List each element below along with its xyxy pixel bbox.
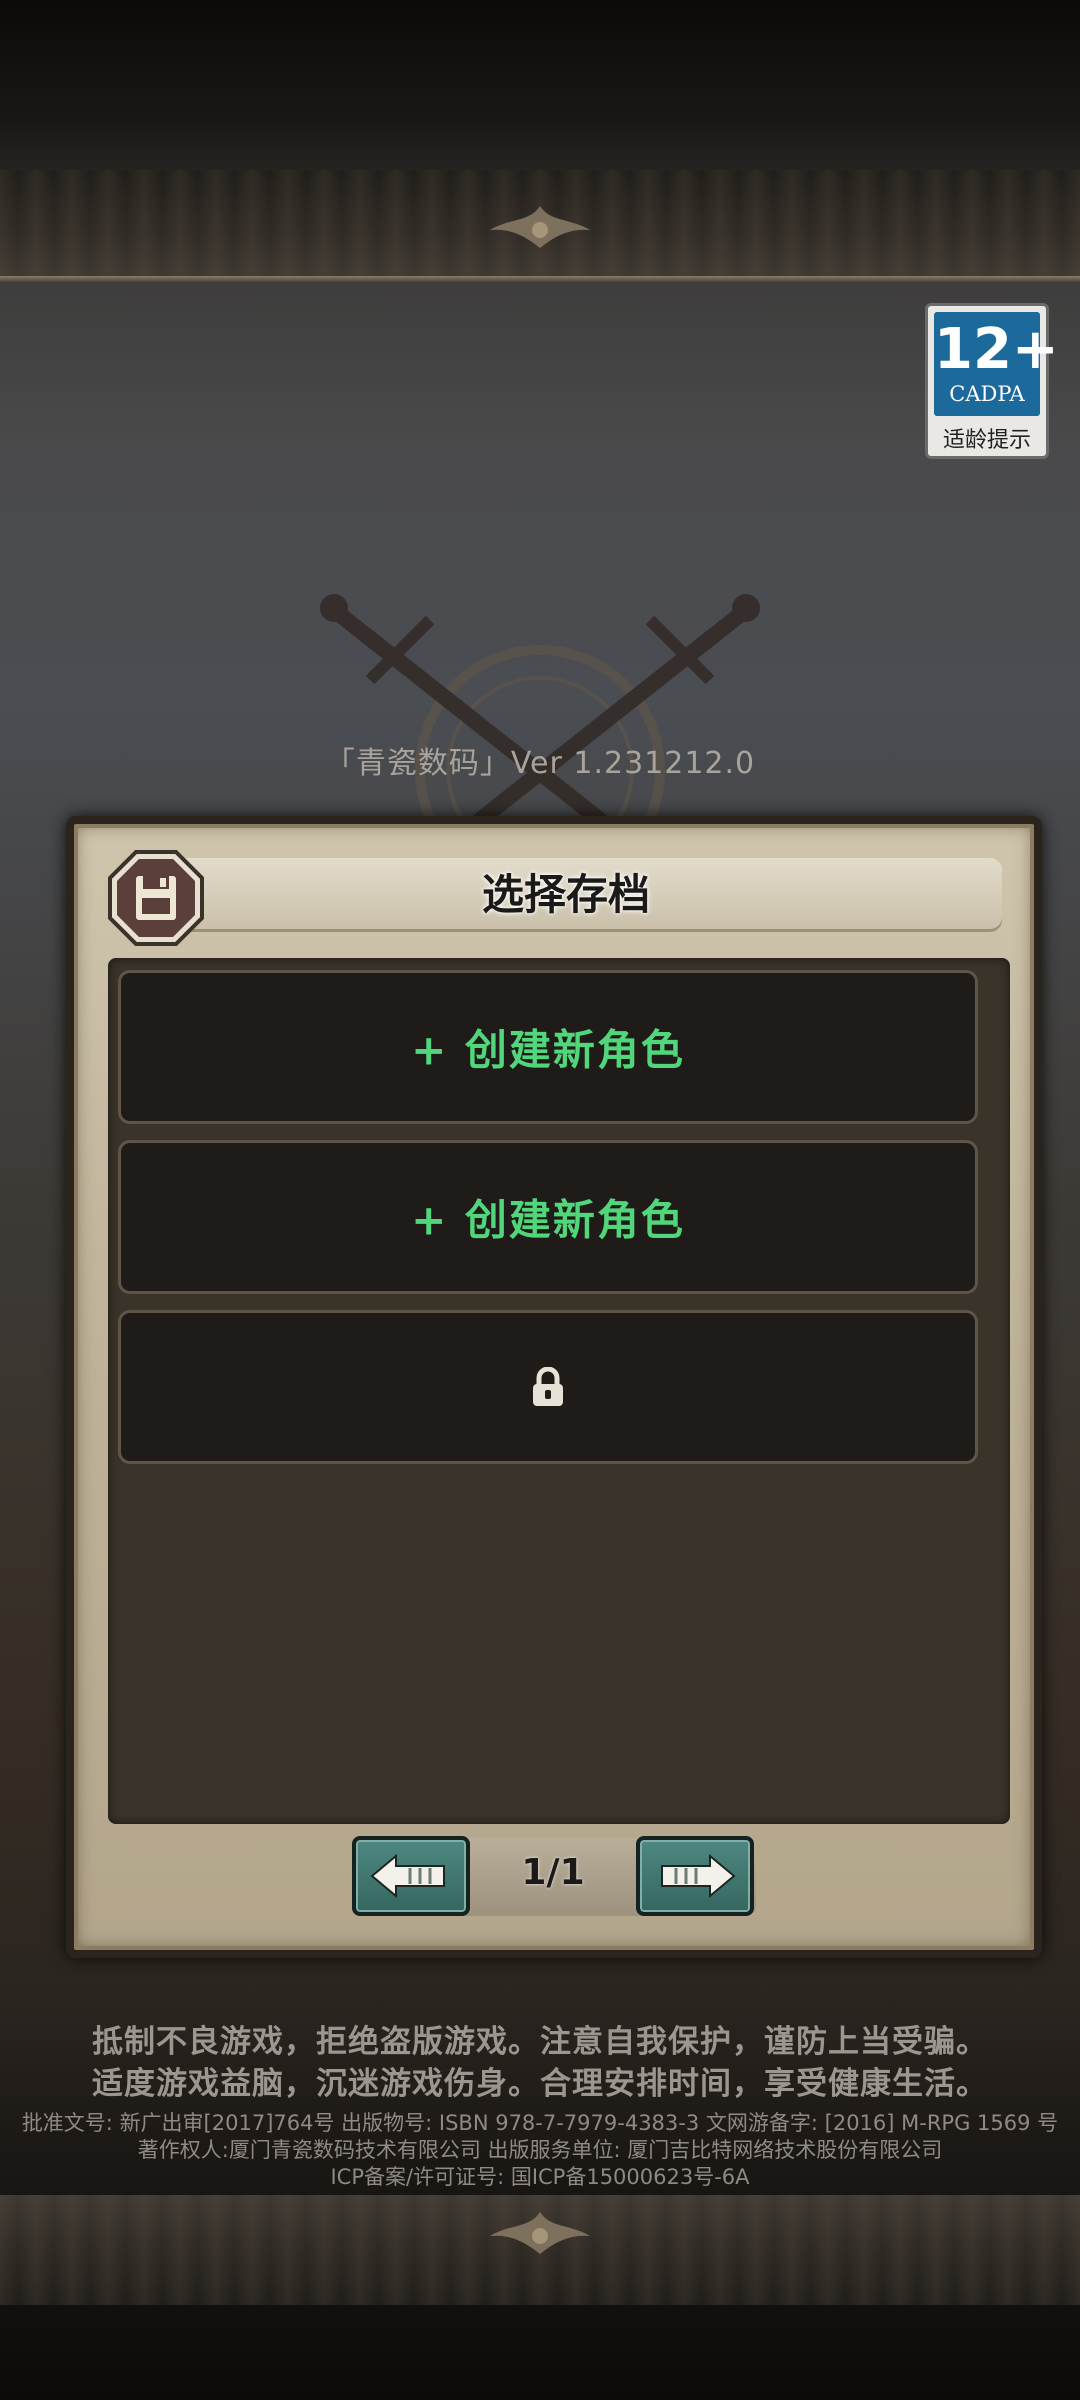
version-text: 「青瓷数码」Ver 1.231212.0 [324,746,756,781]
legal-line-3: ICP备案/许可证号: 国ICP备15000623号-6A [330,2165,750,2189]
arrow-left-icon [370,1854,445,1898]
create-character-label: + 创建新角色 [411,1025,685,1075]
save-slot-1[interactable]: + 创建新角色 [118,970,978,1124]
top-flourish-icon [490,206,590,248]
save-slot-3-locked[interactable] [118,1310,978,1464]
legal-line-2: 著作权人:厦门青瓷数码技术有限公司 出版服务单位: 厦门吉比特网络技术股份有限公… [137,2138,943,2162]
page-indicator: 1/1 [521,1852,585,1893]
save-slot-2[interactable]: + 创建新角色 [118,1140,978,1294]
health-notice-line-1: 抵制不良游戏，拒绝盗版游戏。注意自我保护，谨防上当受骗。 [92,2024,988,2060]
age-rating-badge[interactable]: 12+ CADPA 适龄提示 [925,303,1059,459]
age-rating-number: 12+ [934,317,1059,382]
prev-page-button[interactable] [352,1836,470,1916]
bottom-flourish-icon [490,2212,590,2254]
game-screen: 12+ CADPA 适龄提示 「青瓷数码」Ver 1.231212.0 选择存档… [0,0,1080,2400]
lock-icon [533,1367,563,1406]
arrow-right-icon [661,1854,736,1898]
next-page-button[interactable] [636,1836,754,1916]
health-notice-line-2: 适度游戏益脑，沉迷游戏伤身。合理安排时间，享受健康生活。 [92,2066,988,2102]
top-band-line [0,276,1080,282]
create-character-label: + 创建新角色 [411,1195,685,1245]
crossed-swords-icon [320,594,760,830]
legal-line-1: 批准文号: 新广出审[2017]764号 出版物号: ISBN 978-7-79… [21,2111,1059,2135]
age-rating-label: 适龄提示 [942,428,1031,453]
age-rating-org: CADPA [949,382,1025,406]
floppy-disk-icon [108,850,204,946]
dialog-title: 选择存档 [481,870,650,919]
age-rating-panel: 12+ CADPA [934,312,1059,416]
